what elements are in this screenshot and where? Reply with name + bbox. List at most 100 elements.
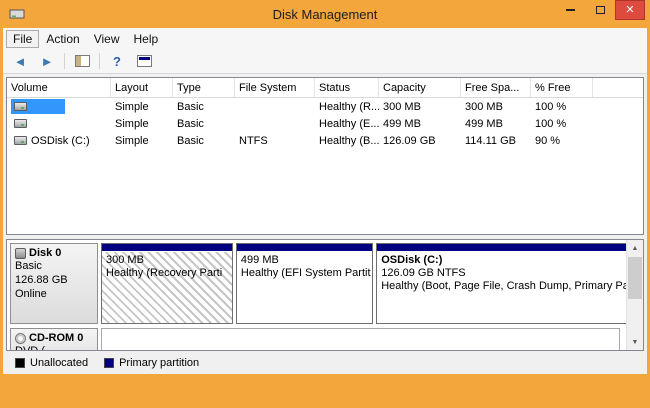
main-area: Volume Layout Type File System Status Ca… — [3, 74, 647, 374]
maximize-icon — [596, 6, 605, 14]
legend-bar: Unallocated Primary partition — [6, 354, 644, 371]
file-system-cell: NTFS — [235, 135, 315, 147]
capacity-cell: 300 MB — [379, 101, 461, 113]
minimize-button[interactable] — [555, 0, 585, 20]
cdrom-name-row: CD-ROM 0 — [15, 332, 93, 344]
partition-size: 300 MB — [106, 254, 228, 267]
disk0-type: Basic — [15, 260, 93, 273]
layout-cell: Simple — [111, 118, 173, 130]
capacity-cell: 499 MB — [379, 118, 461, 130]
graphical-view-button[interactable] — [132, 50, 156, 72]
primary-partition-swatch — [104, 358, 114, 368]
type-cell: Basic — [173, 118, 235, 130]
menu-view[interactable]: View — [87, 30, 127, 48]
forward-arrow-icon: ► — [41, 54, 54, 69]
unallocated-swatch — [15, 358, 25, 368]
status-cell: Healthy (B... — [315, 135, 379, 147]
disk0-status: Online — [15, 288, 93, 301]
column-header-file-system[interactable]: File System — [235, 78, 315, 97]
status-cell: Healthy (R... — [315, 101, 379, 113]
volume-row-recovery[interactable]: Simple Basic Healthy (R... 300 MB 300 MB… — [7, 98, 643, 115]
window-title: Disk Management — [0, 7, 650, 22]
pct-free-cell: 100 % — [531, 101, 593, 113]
scrollbar-thumb[interactable] — [628, 257, 642, 299]
close-button[interactable]: ✕ — [615, 0, 645, 20]
volume-row-osdisk[interactable]: OSDisk (C:) Simple Basic NTFS Healthy (B… — [7, 132, 643, 149]
menu-help[interactable]: Help — [127, 30, 166, 48]
drive-icon — [14, 102, 27, 111]
minimize-icon — [566, 9, 575, 11]
partition-recovery[interactable]: 300 MB Healthy (Recovery Parti — [101, 243, 233, 324]
show-console-tree-button[interactable] — [70, 50, 94, 72]
graphical-view-pane: Disk 0 Basic 126.88 GB Online 300 MB Hea… — [6, 239, 644, 351]
free-space-cell: 499 MB — [461, 118, 531, 130]
back-arrow-icon: ◄ — [14, 54, 27, 69]
forward-button[interactable]: ► — [35, 50, 59, 72]
toolbar-separator — [99, 53, 100, 69]
partition-status: Healthy (Recovery Parti — [106, 267, 228, 280]
partition-color-band — [237, 244, 372, 252]
legend-primary-partition: Primary partition — [104, 357, 199, 369]
cdrom-row: CD-ROM 0 DVD ( — [10, 328, 620, 351]
drive-icon — [14, 136, 27, 145]
volume-name: OSDisk (C:) — [31, 135, 90, 147]
column-header-filler — [593, 78, 643, 97]
volume-name-cell — [7, 99, 111, 114]
column-header-volume[interactable]: Volume — [7, 78, 111, 97]
menu-file[interactable]: File — [6, 30, 39, 48]
partition-size: 126.09 GB NTFS — [381, 267, 634, 280]
close-icon: ✕ — [625, 5, 634, 16]
back-button[interactable]: ◄ — [8, 50, 32, 72]
cdrom-name: CD-ROM 0 — [29, 332, 83, 344]
column-header-capacity[interactable]: Capacity — [379, 78, 461, 97]
column-header-status[interactable]: Status — [315, 78, 379, 97]
maximize-button[interactable] — [585, 0, 615, 20]
partition-osdisk[interactable]: OSDisk (C:) 126.09 GB NTFS Healthy (Boot… — [376, 243, 639, 324]
column-header-type[interactable]: Type — [173, 78, 235, 97]
window-frame: File Action View Help ◄ ► ? Volume Layou… — [3, 28, 647, 374]
type-cell: Basic — [173, 101, 235, 113]
capacity-cell: 126.09 GB — [379, 135, 461, 147]
disk0-label-panel[interactable]: Disk 0 Basic 126.88 GB Online — [10, 243, 98, 324]
cdrom-type: DVD ( — [15, 345, 93, 351]
partition-color-band — [102, 244, 232, 252]
vertical-scrollbar[interactable]: ▲ ▼ — [626, 240, 643, 350]
disk0-name: Disk 0 — [29, 247, 61, 259]
column-header-pct-free[interactable]: % Free — [531, 78, 593, 97]
disk0-size: 126.88 GB — [15, 274, 93, 287]
legend-unallocated: Unallocated — [15, 357, 88, 369]
legend-label: Primary partition — [119, 357, 199, 369]
layout-cell: Simple — [111, 101, 173, 113]
free-space-cell: 114.11 GB — [461, 135, 531, 147]
scroll-up-icon[interactable]: ▲ — [627, 240, 643, 256]
partition-efi[interactable]: 499 MB Healthy (EFI System Partit — [236, 243, 373, 324]
partition-info: OSDisk (C:) 126.09 GB NTFS Healthy (Boot… — [377, 252, 638, 323]
menu-action[interactable]: Action — [39, 30, 86, 48]
partition-color-band — [377, 244, 638, 252]
pct-free-cell: 100 % — [531, 118, 593, 130]
toolbar: ◄ ► ? — [3, 49, 647, 74]
drive-icon — [14, 119, 27, 128]
volume-row-efi[interactable]: Simple Basic Healthy (E... 499 MB 499 MB… — [7, 115, 643, 132]
partition-status: Healthy (Boot, Page File, Crash Dump, Pr… — [381, 280, 634, 293]
disk0-name-row: Disk 0 — [15, 247, 93, 259]
partition-size: 499 MB — [241, 254, 368, 267]
cdrom-label-panel[interactable]: CD-ROM 0 DVD ( — [10, 328, 98, 351]
help-button[interactable]: ? — [105, 50, 129, 72]
scroll-down-icon[interactable]: ▼ — [627, 334, 643, 350]
column-header-layout[interactable]: Layout — [111, 78, 173, 97]
pct-free-cell: 90 % — [531, 135, 593, 147]
free-space-cell: 300 MB — [461, 101, 531, 113]
partition-info: 499 MB Healthy (EFI System Partit — [237, 252, 372, 323]
column-header-free-space[interactable]: Free Spa... — [461, 78, 531, 97]
legend-label: Unallocated — [30, 357, 88, 369]
cd-rom-icon — [15, 333, 26, 344]
menu-bar: File Action View Help — [3, 28, 647, 49]
help-icon: ? — [113, 54, 121, 69]
toolbar-separator — [64, 53, 65, 69]
window-controls: ✕ — [555, 0, 645, 20]
cdrom-media-area[interactable] — [101, 328, 620, 351]
titlebar[interactable]: Disk Management ✕ — [0, 0, 650, 28]
volume-name-cell — [7, 119, 111, 128]
disk-icon — [15, 248, 26, 259]
